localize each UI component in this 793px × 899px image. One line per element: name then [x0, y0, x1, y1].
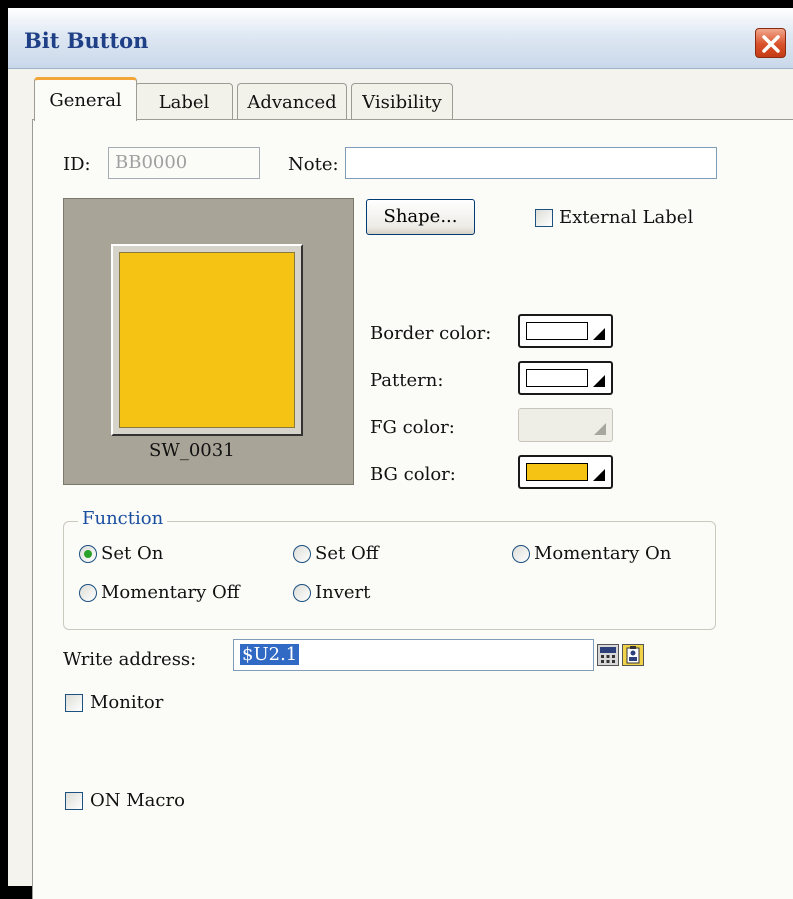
external-label-checkbox[interactable] [535, 209, 553, 227]
invert-radio[interactable] [293, 584, 311, 602]
bg-color-swatch [526, 463, 588, 481]
bit-button-dialog: Bit Button General Label Advanced Visibi… [8, 8, 793, 899]
preview-button-frame [111, 244, 303, 436]
function-group [63, 521, 716, 630]
set-off-label[interactable]: Set Off [315, 543, 378, 564]
set-off-radio[interactable] [293, 545, 311, 563]
monitor-checkbox[interactable] [65, 694, 83, 712]
momentary-off-radio[interactable] [79, 584, 97, 602]
pattern-label: Pattern: [370, 370, 444, 391]
tab-label[interactable]: Label [135, 83, 233, 119]
monitor-label[interactable]: Monitor [90, 692, 163, 713]
border-color-label: Border color: [370, 323, 492, 344]
set-on-label[interactable]: Set On [101, 543, 163, 564]
tab-visibility[interactable]: Visibility [351, 83, 453, 119]
shape-preview: SW_0031 [63, 198, 354, 485]
preview-shape-name: SW_0031 [149, 440, 235, 461]
pattern-swatch [526, 369, 588, 387]
invert-label[interactable]: Invert [315, 582, 370, 603]
dropdown-arrow-icon [594, 423, 606, 435]
write-address-label: Write address: [63, 649, 197, 670]
close-button[interactable] [755, 28, 786, 58]
fg-color-label: FG color: [370, 417, 455, 438]
tab-advanced[interactable]: Advanced [237, 83, 347, 119]
function-legend: Function [78, 508, 168, 529]
address-book-icon[interactable] [622, 644, 644, 666]
dropdown-arrow-icon [593, 328, 605, 340]
momentary-on-label[interactable]: Momentary On [534, 543, 671, 564]
border-color-picker[interactable] [518, 314, 613, 348]
tab-general[interactable]: General [34, 77, 137, 121]
momentary-off-label[interactable]: Momentary Off [101, 582, 240, 603]
note-label: Note: [288, 154, 339, 175]
bg-color-picker[interactable] [518, 455, 613, 489]
write-address-input[interactable]: $U2.1 [233, 639, 594, 671]
on-macro-label[interactable]: ON Macro [90, 790, 185, 811]
id-label: ID: [63, 154, 91, 175]
id-value: BB0000 [115, 152, 188, 173]
write-address-value: $U2.1 [240, 644, 300, 665]
fg-color-picker [518, 408, 613, 442]
momentary-on-radio[interactable] [512, 545, 530, 563]
note-input[interactable] [345, 147, 717, 179]
close-icon [762, 35, 780, 53]
dialog-title: Bit Button [24, 28, 149, 53]
preview-button-face [119, 252, 295, 428]
id-field: BB0000 [108, 147, 260, 179]
external-label-label: External Label [559, 207, 694, 228]
on-macro-checkbox[interactable] [65, 792, 83, 810]
calculator-icon[interactable] [597, 644, 619, 666]
pattern-picker[interactable] [518, 361, 613, 395]
shape-button[interactable]: Shape... [366, 199, 475, 235]
border-color-swatch [526, 322, 588, 340]
bg-color-label: BG color: [370, 464, 456, 485]
set-on-radio[interactable] [79, 545, 97, 563]
dropdown-arrow-icon [593, 469, 605, 481]
dropdown-arrow-icon [593, 375, 605, 387]
title-bar[interactable]: Bit Button [8, 8, 793, 69]
